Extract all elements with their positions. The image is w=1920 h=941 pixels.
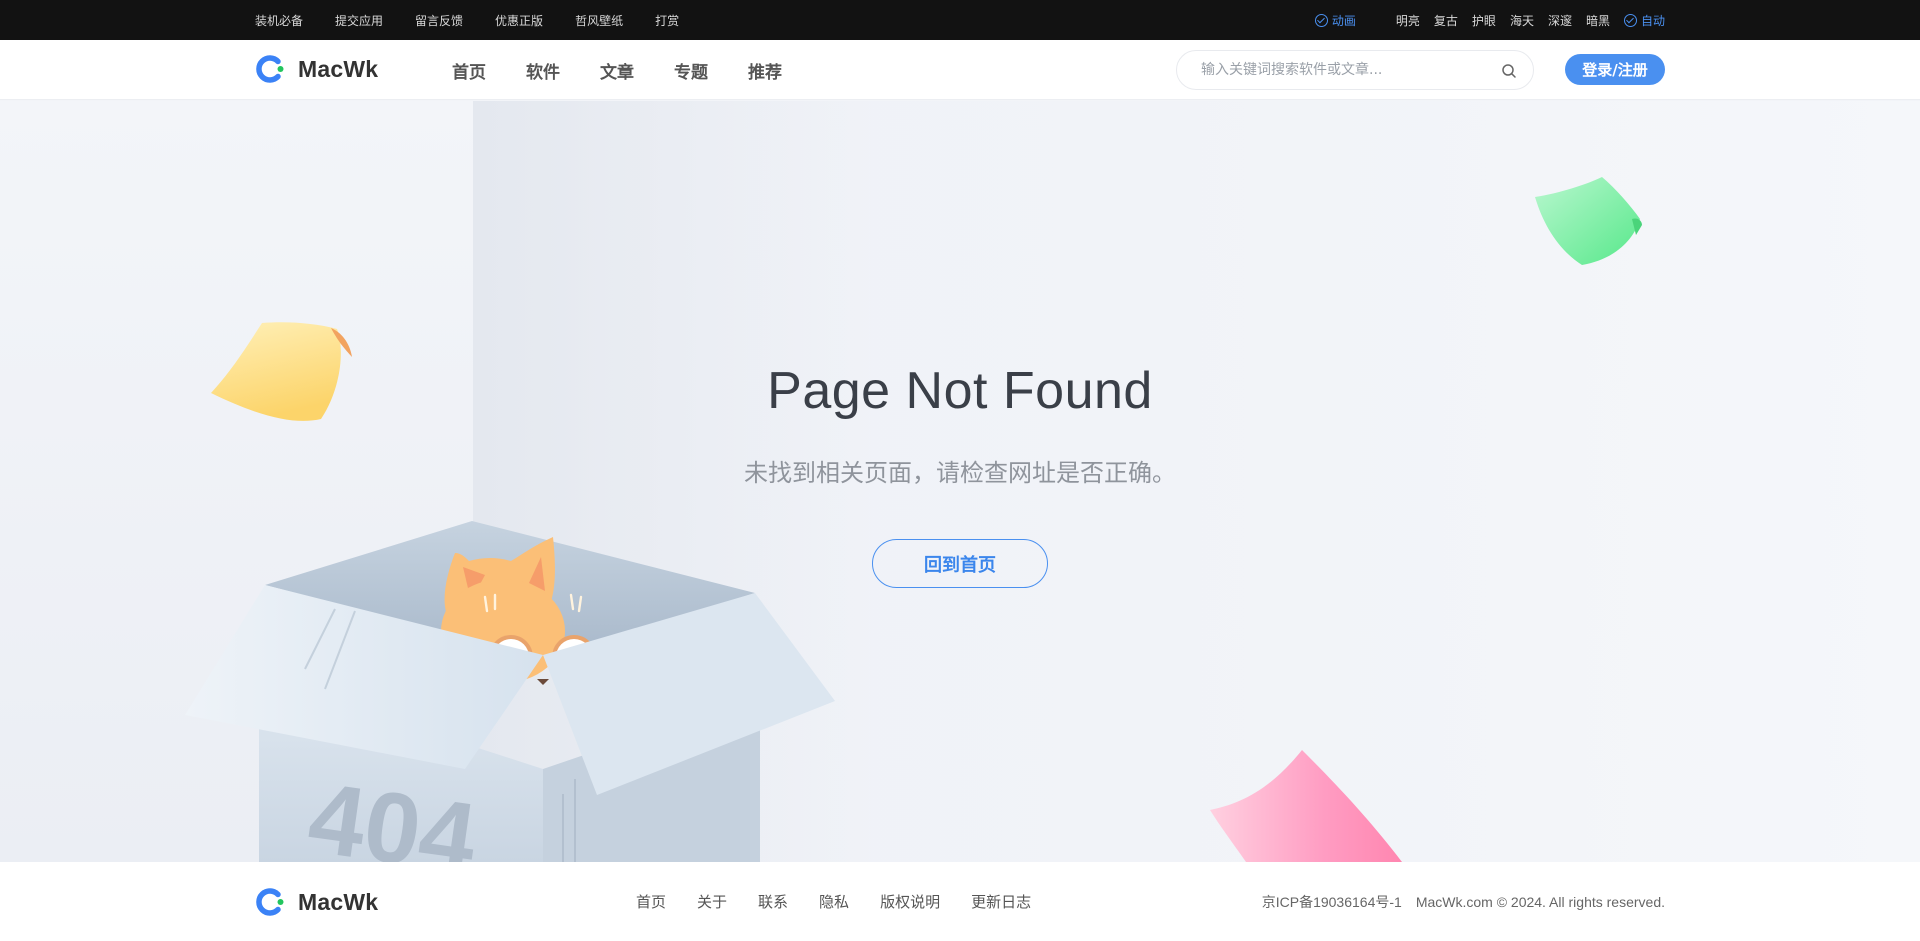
theme-bright[interactable]: 明亮 — [1396, 12, 1420, 29]
footer-link-home[interactable]: 首页 — [636, 891, 666, 912]
nav-recommended[interactable]: 推荐 — [748, 58, 782, 83]
icp-number[interactable]: 京ICP备19036164号-1 — [1262, 892, 1402, 912]
theme-auto[interactable]: 自动 — [1623, 12, 1665, 29]
theme-deep[interactable]: 深邃 — [1548, 12, 1572, 29]
check-circle-icon — [1623, 13, 1637, 27]
animation-toggle-label: 动画 — [1331, 13, 1356, 28]
footer-link-about[interactable]: 关于 — [697, 891, 727, 912]
top-link-submit-app[interactable]: 提交应用 — [335, 12, 383, 29]
top-link-discount[interactable]: 优惠正版 — [495, 12, 543, 29]
theme-dark[interactable]: 暗黑 — [1586, 12, 1610, 29]
logo-icon — [256, 55, 284, 83]
check-circle-icon — [1314, 13, 1328, 27]
footer-nav: 首页 关于 联系 隐私 版权说明 更新日志 — [636, 862, 1062, 941]
top-links: 装机必备 提交应用 留言反馈 优惠正版 哲风壁纸 打赏 — [255, 0, 711, 40]
top-link-essentials[interactable]: 装机必备 — [255, 12, 303, 29]
copyright-text: MacWk.com © 2024. All rights reserved. — [1415, 893, 1665, 910]
footer-link-contact[interactable]: 联系 — [758, 891, 788, 912]
theme-auto-label: 自动 — [1640, 13, 1665, 28]
site-logo[interactable]: MacWk — [256, 54, 378, 84]
green-paper-illustration — [1535, 177, 1642, 265]
page-title: Page Not Found — [767, 362, 1153, 420]
theme-switcher: 动画 明亮 复古 护眼 海天 深邃 暗黑 自动 — [1301, 0, 1665, 40]
footer-legal: 京ICP备19036164号-1 MacWk.com © 2024. All r… — [1262, 862, 1665, 941]
not-found-section: 404 Page Not Found 未找到相关页面，请检查网址是否正确。 回到… — [0, 101, 1920, 862]
footer-link-privacy[interactable]: 隐私 — [819, 891, 849, 912]
nav-software[interactable]: 软件 — [526, 58, 560, 83]
logo-icon — [256, 888, 284, 916]
search-input[interactable] — [1201, 51, 1491, 89]
page-subtitle: 未找到相关页面，请检查网址是否正确。 — [744, 459, 1176, 487]
site-footer: MacWk 首页 关于 联系 隐私 版权说明 更新日志 京ICP备1903616… — [0, 862, 1920, 941]
top-link-feedback[interactable]: 留言反馈 — [415, 12, 463, 29]
nav-articles[interactable]: 文章 — [600, 58, 634, 83]
theme-retro[interactable]: 复古 — [1434, 12, 1458, 29]
top-bar: 装机必备 提交应用 留言反馈 优惠正版 哲风壁纸 打赏 动画 明亮 复古 护眼 … — [0, 0, 1920, 40]
theme-ocean[interactable]: 海天 — [1510, 12, 1534, 29]
login-register-button[interactable]: 登录/注册 — [1565, 54, 1665, 85]
nav-topics[interactable]: 专题 — [674, 58, 708, 83]
theme-eye-care[interactable]: 护眼 — [1472, 12, 1496, 29]
top-link-donate[interactable]: 打赏 — [655, 12, 679, 29]
main-nav: 首页 软件 文章 专题 推荐 — [452, 40, 822, 100]
site-header: MacWk 首页 软件 文章 专题 推荐 登录/注册 — [0, 40, 1920, 100]
cat-in-box-illustration: 404 — [185, 521, 835, 862]
footer-link-changelog[interactable]: 更新日志 — [971, 891, 1031, 912]
search-icon[interactable] — [1501, 63, 1517, 79]
brand-name: MacWk — [298, 55, 379, 82]
pink-paper-illustration — [1210, 750, 1402, 862]
footer-logo[interactable]: MacWk — [256, 887, 378, 917]
animation-toggle[interactable]: 动画 — [1314, 12, 1356, 29]
search-box — [1176, 50, 1534, 90]
top-link-wallpaper[interactable]: 哲风壁纸 — [575, 12, 623, 29]
footer-brand-name: MacWk — [298, 888, 379, 915]
nav-home[interactable]: 首页 — [452, 58, 486, 83]
footer-link-copyright[interactable]: 版权说明 — [880, 891, 940, 912]
back-home-button[interactable]: 回到首页 — [872, 539, 1048, 588]
